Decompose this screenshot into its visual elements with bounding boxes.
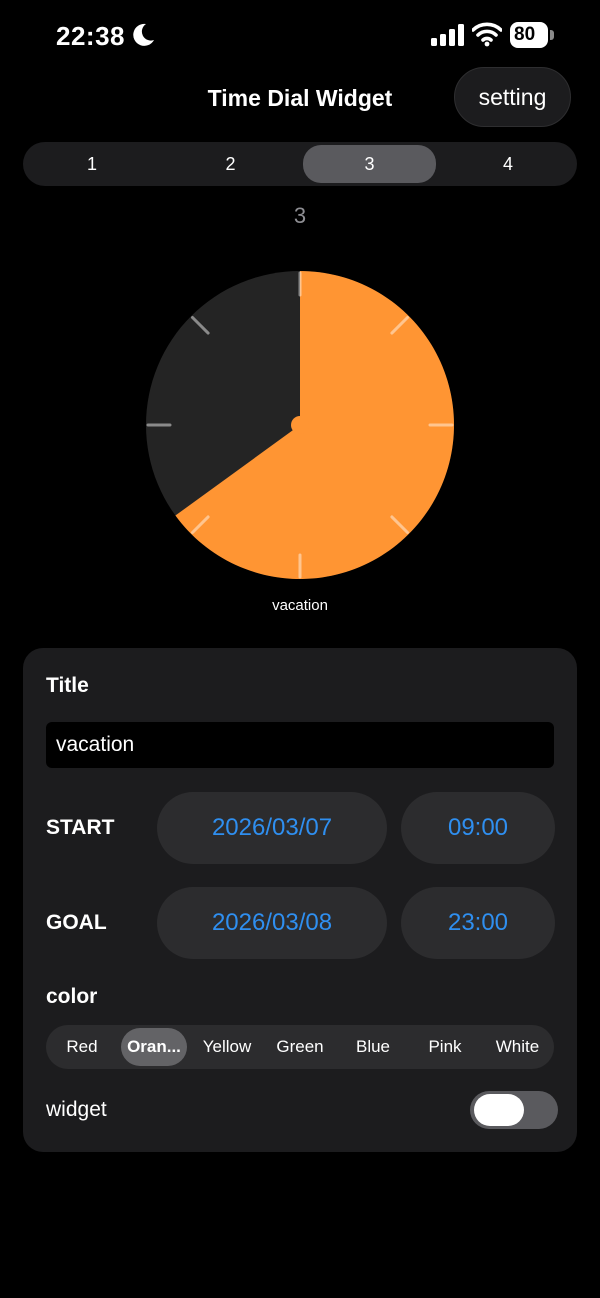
start-time-button[interactable]: 09:00 — [401, 792, 555, 864]
widget-toggle[interactable] — [470, 1091, 558, 1129]
color-option-orange[interactable]: Oran... — [121, 1028, 187, 1066]
color-option-yellow[interactable]: Yellow — [191, 1025, 263, 1069]
toggle-knob — [474, 1094, 524, 1126]
time-dial — [146, 271, 454, 579]
page-tabs: 1 2 3 4 — [23, 142, 577, 186]
page-index: 3 — [293, 203, 307, 228]
moon-icon — [133, 23, 154, 46]
goal-date-button[interactable]: 2026/03/08 — [157, 887, 387, 959]
goal-label: GOAL — [46, 911, 107, 934]
setting-button[interactable]: setting — [454, 67, 571, 127]
widget-label: widget — [46, 1098, 107, 1121]
tab-4[interactable]: 4 — [439, 142, 577, 186]
dial-label: vacation — [272, 597, 328, 614]
color-label: color — [46, 985, 98, 1008]
signal-icon — [431, 24, 464, 46]
dial-center — [291, 416, 309, 434]
color-picker: Red Oran... Yellow Green Blue Pink White — [46, 1025, 554, 1069]
goal-time-button[interactable]: 23:00 — [401, 887, 555, 959]
start-label: START — [46, 816, 115, 839]
color-option-white[interactable]: White — [481, 1025, 554, 1069]
color-option-pink[interactable]: Pink — [409, 1025, 481, 1069]
tab-3[interactable]: 3 — [303, 145, 436, 183]
start-date-button[interactable]: 2026/03/07 — [157, 792, 387, 864]
wifi-icon — [472, 22, 502, 47]
battery-icon: 80 — [510, 22, 554, 48]
color-option-green[interactable]: Green — [263, 1025, 337, 1069]
tab-1[interactable]: 1 — [23, 142, 161, 186]
color-option-blue[interactable]: Blue — [337, 1025, 409, 1069]
event-editor-card: Title START 2026/03/07 09:00 GOAL 2026/0… — [23, 648, 577, 1152]
color-option-red[interactable]: Red — [46, 1025, 118, 1069]
battery-tip — [550, 30, 554, 40]
title-input[interactable] — [46, 722, 554, 768]
battery-level: 80 — [510, 22, 548, 48]
tab-2[interactable]: 2 — [161, 142, 300, 186]
title-label: Title — [46, 674, 89, 697]
status-time: 22:38 — [56, 21, 125, 51]
